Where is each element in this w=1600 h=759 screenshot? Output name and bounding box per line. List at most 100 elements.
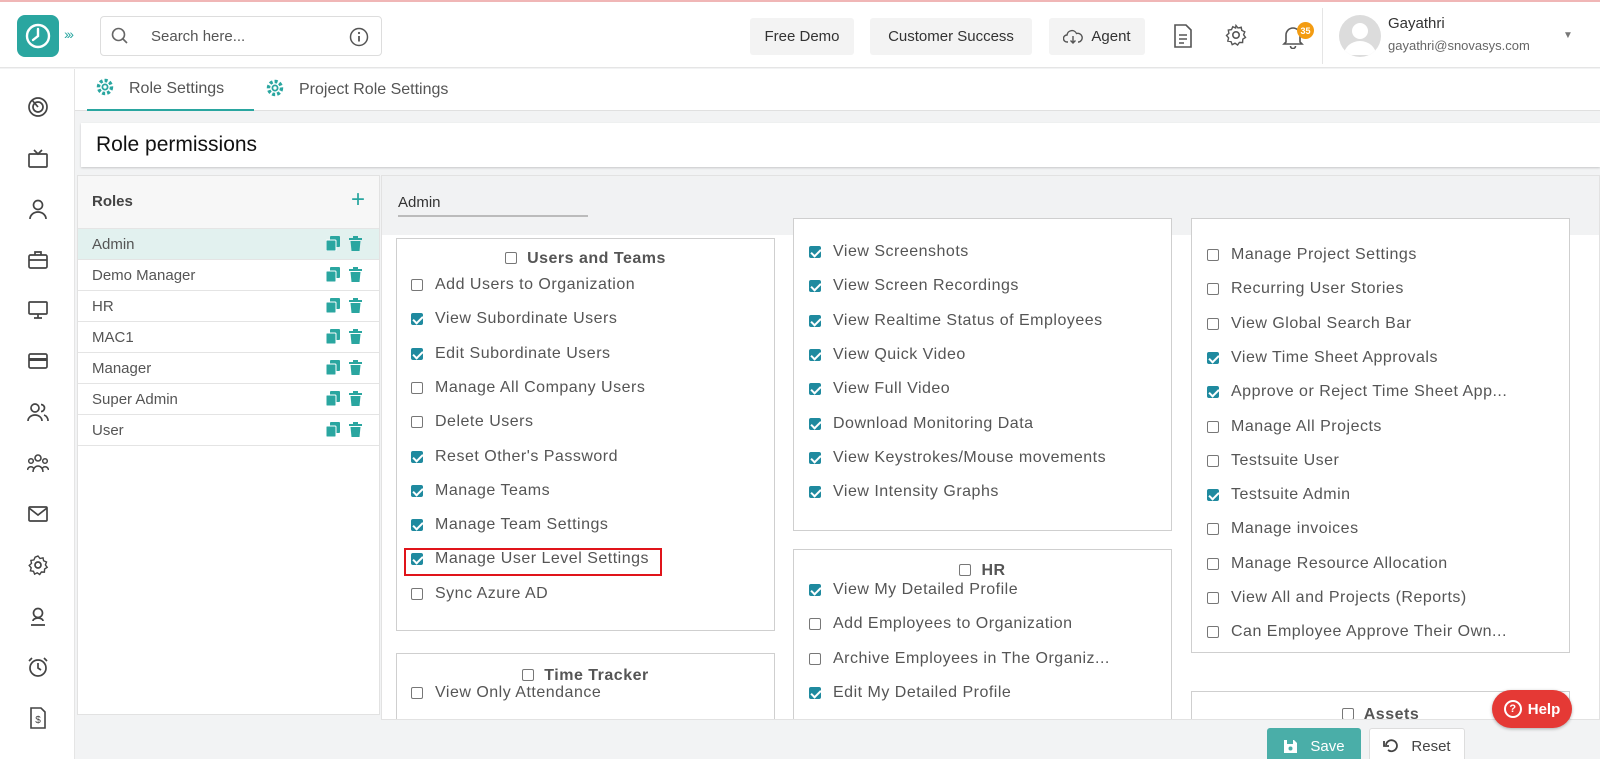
agent-button[interactable]: Agent bbox=[1049, 18, 1145, 55]
permission-item[interactable]: Manage Teams bbox=[411, 480, 550, 502]
app-logo[interactable] bbox=[17, 15, 59, 57]
time-tracker-checkbox[interactable] bbox=[522, 669, 535, 681]
permission-checkbox[interactable] bbox=[809, 584, 821, 596]
copy-icon[interactable] bbox=[325, 391, 340, 411]
permission-item[interactable]: View Full Video bbox=[809, 378, 950, 400]
permission-item[interactable]: Testsuite User bbox=[1207, 450, 1339, 472]
permission-checkbox[interactable] bbox=[411, 279, 423, 291]
permission-checkbox[interactable] bbox=[411, 687, 423, 699]
copy-icon[interactable] bbox=[325, 360, 340, 380]
permission-checkbox[interactable] bbox=[809, 314, 821, 327]
permission-checkbox[interactable] bbox=[411, 553, 423, 566]
permission-checkbox[interactable] bbox=[1207, 283, 1219, 296]
chevron-down-icon[interactable]: ▼ bbox=[1563, 30, 1573, 41]
mail-icon[interactable] bbox=[26, 502, 50, 526]
permission-checkbox[interactable] bbox=[809, 417, 821, 430]
permission-item[interactable]: Manage Project Settings bbox=[1207, 244, 1417, 266]
delete-icon[interactable] bbox=[349, 422, 362, 442]
role-row[interactable]: User bbox=[78, 415, 379, 446]
free-demo-button[interactable]: Free Demo bbox=[750, 18, 854, 55]
permission-checkbox[interactable] bbox=[1207, 523, 1219, 536]
delete-icon[interactable] bbox=[349, 298, 362, 318]
copy-icon[interactable] bbox=[325, 422, 340, 442]
role-row[interactable]: Admin bbox=[78, 229, 379, 260]
permission-checkbox[interactable] bbox=[809, 686, 821, 699]
permission-item[interactable]: View Realtime Status of Employees bbox=[809, 310, 1103, 332]
invoice-icon[interactable]: $ bbox=[26, 706, 50, 730]
permission-checkbox[interactable] bbox=[809, 652, 821, 665]
permission-item[interactable]: Edit My Detailed Profile bbox=[809, 682, 1011, 704]
permission-item[interactable]: View All and Projects (Reports) bbox=[1207, 587, 1467, 609]
permission-checkbox[interactable] bbox=[1207, 489, 1219, 502]
permission-item[interactable]: Manage invoices bbox=[1207, 518, 1359, 540]
tab-role-settings[interactable]: Role Settings bbox=[87, 69, 254, 111]
add-role-icon[interactable]: + bbox=[351, 186, 365, 214]
permission-item[interactable]: View Time Sheet Approvals bbox=[1207, 347, 1438, 369]
role-row[interactable]: Demo Manager bbox=[78, 260, 379, 291]
info-icon[interactable] bbox=[349, 27, 369, 52]
delete-icon[interactable] bbox=[349, 360, 362, 380]
permission-item[interactable]: View Screenshots bbox=[809, 241, 969, 263]
permission-item[interactable]: Add Employees to Organization bbox=[809, 613, 1073, 635]
permission-checkbox[interactable] bbox=[411, 347, 423, 360]
hr-checkbox[interactable] bbox=[959, 564, 972, 576]
permission-item[interactable]: Manage Team Settings bbox=[411, 514, 608, 536]
customer-success-button[interactable]: Customer Success bbox=[870, 18, 1032, 55]
alarm-icon[interactable] bbox=[26, 655, 50, 679]
search-input[interactable] bbox=[151, 25, 331, 47]
permission-item[interactable]: View Only Attendance bbox=[411, 682, 601, 704]
permission-item[interactable]: Add Users to Organization bbox=[411, 274, 635, 296]
tab-project-role-settings[interactable]: Project Role Settings bbox=[265, 69, 465, 111]
permission-item[interactable]: Approve or Reject Time Sheet App... bbox=[1207, 381, 1507, 403]
tv-icon[interactable] bbox=[26, 147, 50, 171]
copy-icon[interactable] bbox=[325, 298, 340, 318]
card-icon[interactable] bbox=[26, 349, 50, 373]
permission-checkbox[interactable] bbox=[809, 383, 821, 396]
delete-icon[interactable] bbox=[349, 236, 362, 256]
copy-icon[interactable] bbox=[325, 329, 340, 349]
permission-item[interactable]: View My Detailed Profile bbox=[809, 579, 1018, 601]
permission-checkbox[interactable] bbox=[809, 348, 821, 361]
permission-item[interactable]: View Intensity Graphs bbox=[809, 481, 999, 503]
copy-icon[interactable] bbox=[325, 236, 340, 256]
permission-checkbox[interactable] bbox=[809, 246, 821, 258]
selected-role-field[interactable]: Admin bbox=[398, 191, 588, 217]
expand-sidebar-icon[interactable]: ››› bbox=[64, 26, 74, 42]
permission-checkbox[interactable] bbox=[411, 587, 423, 600]
reset-button[interactable]: Reset bbox=[1369, 728, 1465, 759]
help-button[interactable]: ? Help bbox=[1492, 690, 1572, 728]
permission-item[interactable]: Manage All Projects bbox=[1207, 416, 1382, 438]
permission-checkbox[interactable] bbox=[1207, 351, 1219, 364]
delete-icon[interactable] bbox=[349, 329, 362, 349]
copy-icon[interactable] bbox=[325, 267, 340, 287]
permission-checkbox[interactable] bbox=[411, 519, 423, 532]
users-teams-checkbox[interactable] bbox=[505, 252, 518, 264]
permission-item[interactable]: Testsuite Admin bbox=[1207, 484, 1351, 506]
role-row[interactable]: Manager bbox=[78, 353, 379, 384]
permission-checkbox[interactable] bbox=[809, 280, 821, 293]
assets-checkbox[interactable] bbox=[1341, 708, 1354, 719]
permission-item[interactable]: View Subordinate Users bbox=[411, 308, 617, 330]
permission-item[interactable]: View Screen Recordings bbox=[809, 275, 1019, 297]
role-row[interactable]: MAC1 bbox=[78, 322, 379, 353]
role-row[interactable]: Super Admin bbox=[78, 384, 379, 415]
target-icon[interactable] bbox=[26, 95, 50, 119]
save-button[interactable]: Save bbox=[1267, 728, 1361, 759]
permission-checkbox[interactable] bbox=[411, 484, 423, 497]
permission-checkbox[interactable] bbox=[1207, 454, 1219, 467]
monitor-icon[interactable] bbox=[26, 298, 50, 322]
document-icon[interactable] bbox=[1173, 24, 1193, 53]
permission-checkbox[interactable] bbox=[1207, 249, 1219, 261]
permission-item[interactable]: Can Employee Approve Their Own... bbox=[1207, 621, 1507, 643]
permission-checkbox[interactable] bbox=[1207, 626, 1219, 639]
permission-checkbox[interactable] bbox=[1207, 592, 1219, 604]
delete-icon[interactable] bbox=[349, 391, 362, 411]
permission-item[interactable]: Manage All Company Users bbox=[411, 377, 645, 399]
permission-item[interactable]: Reset Other's Password bbox=[411, 446, 618, 468]
briefcase-icon[interactable] bbox=[26, 248, 50, 272]
permission-checkbox[interactable] bbox=[1207, 317, 1219, 330]
permission-item[interactable]: Archive Employees in The Organiz... bbox=[809, 648, 1110, 670]
permission-checkbox[interactable] bbox=[411, 313, 423, 326]
team-icon[interactable] bbox=[26, 451, 50, 475]
permission-checkbox[interactable] bbox=[1207, 420, 1219, 433]
